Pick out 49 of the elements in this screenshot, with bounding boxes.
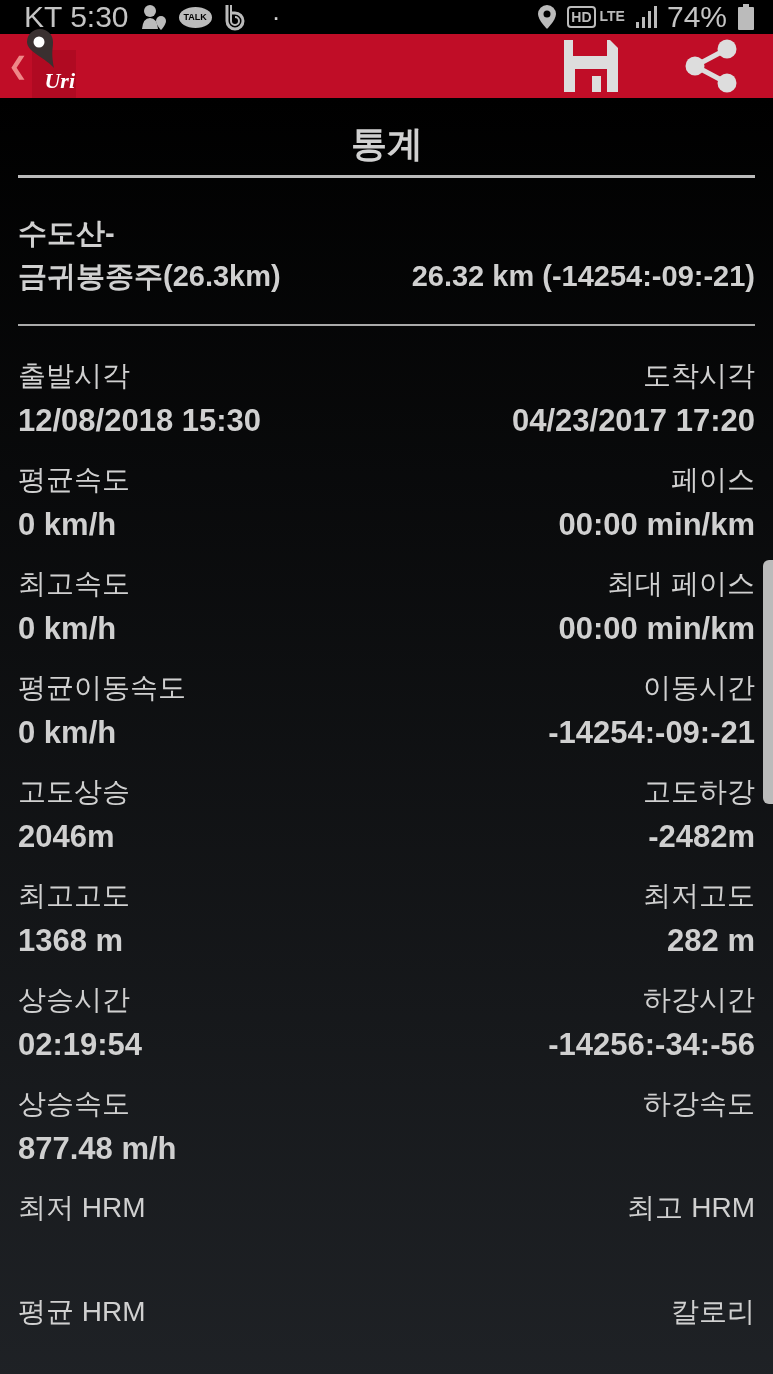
notification-dot: · (271, 1, 281, 33)
stat-label: 칼로리 (671, 1295, 755, 1329)
stat-value: 1368 m (18, 922, 125, 960)
stat-value: 12/08/2018 15:30 (18, 402, 262, 440)
stat-label: 출발시각 (18, 359, 131, 393)
stat-label: 하강시간 (643, 983, 755, 1017)
stat-value: 2046m (18, 818, 116, 856)
stat-value: 04/23/2017 17:20 (511, 402, 755, 440)
stat-label: 고도하강 (643, 775, 755, 809)
stat-value: 02:19:54 (18, 1026, 143, 1064)
stat-value: 00:00 min/km (558, 506, 755, 544)
stat-value: -14256:-34:-56 (548, 1026, 755, 1064)
network-type: LTE (599, 8, 625, 24)
battery-icon (737, 3, 755, 31)
stat-label: 상승시간 (18, 983, 131, 1017)
stat-value: 877.48 m/h (18, 1130, 177, 1168)
stat-label: 고도상승 (18, 775, 130, 809)
stat-label: 상승속도 (18, 1087, 131, 1121)
stat-value: -14254:-09:-21 (548, 714, 755, 752)
scrollbar[interactable] (763, 560, 773, 804)
stat-label: 최대 페이스 (607, 567, 755, 601)
stat-label: 최저고도 (643, 879, 755, 913)
stat-label: 페이스 (671, 463, 755, 497)
app-logo[interactable]: Uri (26, 28, 76, 98)
location-icon (537, 4, 558, 30)
stat-value: 0 km/h (18, 506, 118, 544)
stat-label: 평균이동속도 (18, 671, 186, 705)
track-name: 수도산- 금귀봉종주(26.3km) (18, 216, 281, 294)
battery-percent: 74% (666, 0, 727, 34)
stat-label: 최고고도 (18, 879, 130, 913)
stat-label: 평균속도 (18, 463, 130, 497)
stat-label: 최저 HRM (18, 1191, 146, 1225)
stat-value: 00:00 min/km (558, 610, 755, 648)
page-title: 통계 (349, 122, 424, 166)
stat-value: -2482m (648, 818, 755, 856)
stat-label: 이동시간 (643, 671, 755, 705)
stat-label: 도착시각 (643, 359, 755, 393)
stat-label: 평균 HRM (18, 1295, 146, 1329)
stat-label: 하강속도 (643, 1087, 755, 1121)
save-icon[interactable] (564, 40, 618, 92)
hd-badge: HD (567, 6, 596, 28)
stat-value: 0 km/h (18, 714, 118, 752)
stat-label: 최고속도 (18, 567, 130, 601)
track-summary: 26.32 km (-14254:-09:-21) (411, 259, 755, 294)
signal-icon (634, 5, 657, 29)
stat-label: 최고 HRM (627, 1191, 755, 1225)
stat-value: 0 km/h (18, 610, 118, 648)
stat-value: 282 m (667, 922, 755, 960)
talk-bubble-icon: TALK (178, 6, 212, 28)
